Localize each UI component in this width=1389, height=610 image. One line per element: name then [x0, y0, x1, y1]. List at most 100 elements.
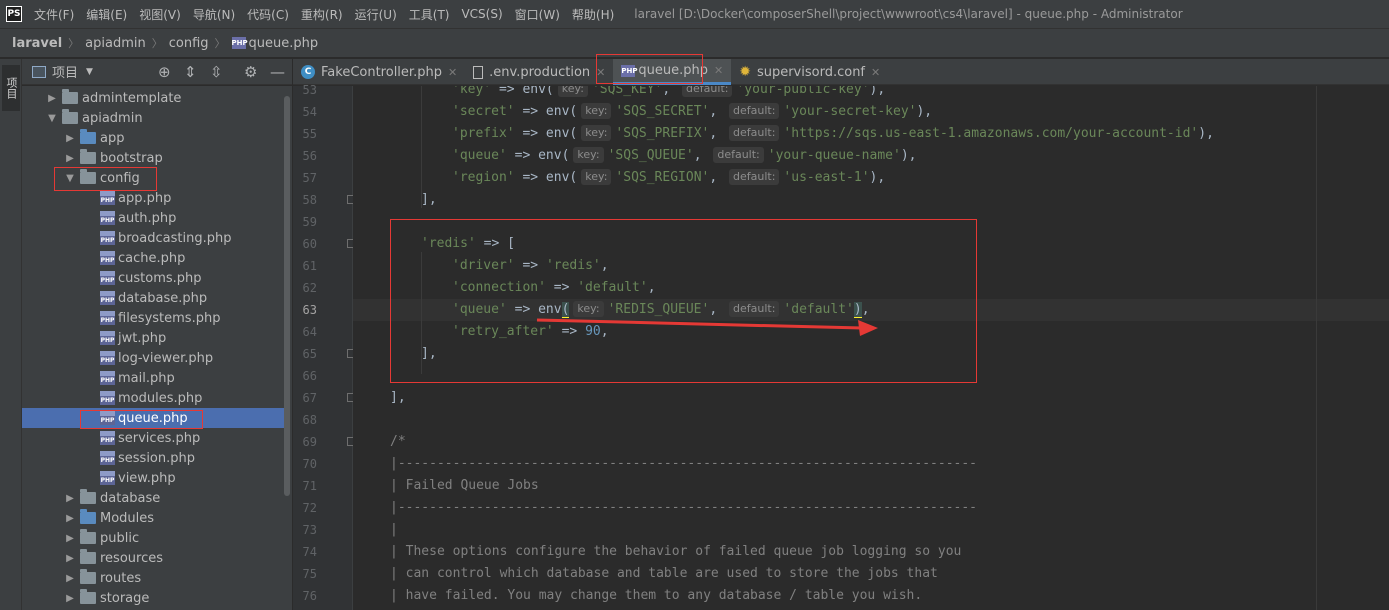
tree-file-customs[interactable]: PHP customs.php [22, 268, 284, 288]
tree-folder-apiadmin[interactable]: ▼ apiadmin [22, 108, 284, 128]
line-number: 70 [302, 457, 317, 471]
tree-folder-bootstrap[interactable]: ▶ bootstrap [22, 148, 284, 168]
tab-label: FakeController.php [321, 64, 442, 80]
menu-refactor[interactable]: 重构(R) [301, 6, 343, 23]
menu-help[interactable]: 帮助(H) [572, 6, 614, 23]
menu-edit[interactable]: 编辑(E) [86, 6, 127, 23]
project-panel-title[interactable]: 项目 [52, 62, 78, 81]
tab-env-production[interactable]: .env.production ✕ [465, 59, 613, 85]
code-line-76: | have failed. You may change them to an… [390, 588, 923, 603]
code-key: 'secret' [452, 104, 515, 119]
expand-all-icon[interactable]: ⇕ [184, 63, 197, 81]
tab-queue-php[interactable]: PHP queue.php ✕ [613, 59, 732, 85]
breadcrumb-item-config[interactable]: config [169, 36, 209, 51]
php-file-icon: PHP [621, 64, 638, 77]
tree-folder-public[interactable]: ▶ public [22, 528, 284, 548]
chevron-down-icon[interactable]: ▼ [46, 113, 58, 124]
chevron-right-icon[interactable]: ▶ [64, 493, 76, 504]
menu-window[interactable]: 窗口(W) [515, 6, 560, 23]
project-tool-tab[interactable]: 项目 [2, 65, 20, 111]
line-number: 53 [302, 83, 317, 97]
code-line-61: 'driver' => 'redis', [452, 258, 609, 273]
menu-navigate[interactable]: 导航(N) [193, 6, 235, 23]
tree-file-database[interactable]: PHP database.php [22, 288, 284, 308]
tab-supervisord-conf[interactable]: ✹ supervisord.conf ✕ [731, 59, 888, 85]
line-number: 67 [302, 391, 317, 405]
menu-vcs[interactable]: VCS(S) [461, 7, 502, 21]
chevron-right-icon[interactable]: ▶ [64, 553, 76, 564]
tree-file-jwt[interactable]: PHP jwt.php [22, 328, 284, 348]
collapse-all-icon[interactable]: ⇳ [210, 63, 223, 81]
php-file-icon: PHP [100, 311, 115, 325]
code-env-key: 'SQS_REGION' [615, 170, 710, 185]
tree-folder-database[interactable]: ▶ database [22, 488, 284, 508]
tree-folder-config[interactable]: ▼ config [22, 168, 284, 188]
tree-folder-admintemplate[interactable]: ▶ admintemplate [22, 88, 284, 108]
line-number: 66 [302, 369, 317, 383]
chevron-right-icon[interactable]: ▶ [64, 133, 76, 144]
tree-file-session[interactable]: PHP session.php [22, 448, 284, 468]
close-icon[interactable]: ✕ [714, 64, 723, 77]
code-line-57: 'region' => env(key: 'SQS_REGION', defaul… [452, 169, 886, 185]
code-line-75: | can control which database and table a… [390, 566, 938, 581]
chevron-right-icon[interactable]: ▶ [64, 533, 76, 544]
param-hint-key: key: [581, 169, 612, 185]
locate-file-icon[interactable]: ⊕ [158, 63, 171, 81]
menu-file[interactable]: 文件(F) [34, 6, 74, 23]
chevron-right-icon[interactable]: ▶ [64, 153, 76, 164]
chevron-right-icon[interactable]: ▶ [64, 573, 76, 584]
tree-file-log-viewer[interactable]: PHP log-viewer.php [22, 348, 284, 368]
line-number: 76 [302, 589, 317, 603]
tab-fakecontroller[interactable]: C FakeController.php ✕ [293, 59, 465, 85]
breadcrumb-item-queue[interactable]: queue.php [249, 36, 319, 51]
line-number: 75 [302, 567, 317, 581]
tree-file-cache[interactable]: PHP cache.php [22, 248, 284, 268]
code-value: 'default' [577, 280, 648, 295]
code-default: 'your-public-key' [736, 86, 870, 97]
hide-panel-icon[interactable]: — [270, 63, 285, 81]
chevron-right-icon[interactable]: ▶ [64, 513, 76, 524]
code-line-55: 'prefix' => env(key: 'SQS_PREFIX', defaul… [452, 125, 1214, 141]
tree-folder-modules[interactable]: ▶ Modules [22, 508, 284, 528]
close-icon[interactable]: ✕ [448, 66, 457, 79]
breadcrumb-item-apiadmin[interactable]: apiadmin [85, 36, 146, 51]
menu-tools[interactable]: 工具(T) [409, 6, 450, 23]
tree-file-mail[interactable]: PHP mail.php [22, 368, 284, 388]
chevron-right-icon[interactable]: ▶ [46, 93, 58, 104]
tree-file-broadcasting[interactable]: PHP broadcasting.php [22, 228, 284, 248]
chevron-right-icon: 〉 [68, 37, 80, 50]
line-number: 58 [302, 193, 317, 207]
matching-paren: ( [561, 302, 570, 318]
close-icon[interactable]: ✕ [596, 66, 605, 79]
line-number: 74 [302, 545, 317, 559]
tree-folder-resources[interactable]: ▶ resources [22, 548, 284, 568]
code-key: 'key' [452, 86, 492, 97]
param-hint-key: key: [581, 125, 612, 141]
chevron-down-icon[interactable]: ▼ [86, 67, 93, 77]
close-icon[interactable]: ✕ [871, 66, 880, 79]
code-line-73: | [390, 522, 398, 537]
chevron-down-icon[interactable]: ▼ [64, 173, 76, 184]
tree-file-queue[interactable]: PHP queue.php [22, 408, 284, 428]
breadcrumb-item-laravel[interactable]: laravel [12, 36, 62, 51]
tree-label: log-viewer.php [118, 350, 214, 366]
tree-file-filesystems[interactable]: PHP filesystems.php [22, 308, 284, 328]
tree-file-view[interactable]: PHP view.php [22, 468, 284, 488]
tree-folder-routes[interactable]: ▶ routes [22, 568, 284, 588]
code-line-74: | These options configure the behavior o… [390, 544, 962, 559]
menu-view[interactable]: 视图(V) [139, 6, 181, 23]
tree-file-app[interactable]: PHP app.php [22, 188, 284, 208]
tree-folder-app[interactable]: ▶ app [22, 128, 284, 148]
menu-code[interactable]: 代码(C) [247, 6, 289, 23]
tree-scrollbar[interactable] [284, 96, 290, 496]
php-file-icon: PHP [100, 271, 115, 285]
folder-icon [80, 149, 96, 164]
tree-folder-storage[interactable]: ▶ storage [22, 588, 284, 608]
tree-file-auth[interactable]: PHP auth.php [22, 208, 284, 228]
tree-file-services[interactable]: PHP services.php [22, 428, 284, 448]
code-editor[interactable]: 'key' => env(key: 'SQS_KEY', default:'you… [353, 86, 1389, 610]
tree-file-modules[interactable]: PHP modules.php [22, 388, 284, 408]
chevron-right-icon[interactable]: ▶ [64, 593, 76, 604]
menu-run[interactable]: 运行(U) [355, 6, 397, 23]
gear-icon[interactable]: ⚙ [244, 63, 257, 81]
